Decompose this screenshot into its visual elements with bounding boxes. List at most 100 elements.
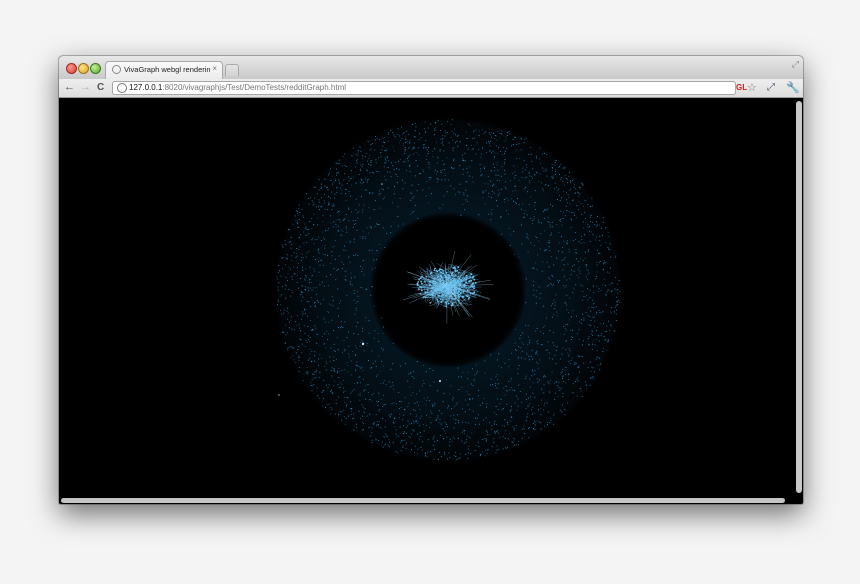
gl-extension-badge[interactable]: GL: [736, 83, 747, 92]
graph-node: [290, 316, 292, 318]
graph-node: [574, 231, 576, 234]
graph-node: [517, 368, 519, 370]
graph-node: [380, 156, 382, 158]
graph-node: [382, 326, 385, 328]
graph-node: [312, 328, 314, 330]
graph-node: [355, 153, 357, 156]
graph-node: [362, 378, 364, 380]
graph-node: [585, 276, 587, 278]
url-path: :8020/vivagraphjs/Test/DemoTests/redditG…: [162, 83, 347, 92]
graph-node: [358, 410, 360, 413]
close-window-button[interactable]: [66, 63, 77, 74]
graph-node: [488, 195, 490, 197]
url-text[interactable]: 127.0.0.1:8020/vivagraphjs/Test/DemoTest…: [129, 82, 346, 94]
graph-node: [375, 438, 377, 440]
graph-node: [459, 453, 461, 455]
graph-node: [510, 409, 512, 412]
graph-node: [429, 368, 431, 370]
back-icon[interactable]: ←: [64, 81, 75, 93]
stray-node: [361, 342, 365, 346]
graph-node: [448, 142, 450, 144]
graph-node: [533, 289, 535, 291]
graph-node: [580, 390, 582, 392]
graph-node: [497, 189, 499, 191]
browser-tab[interactable]: VivaGraph webgl rendering ×: [105, 61, 223, 79]
graph-node: [486, 406, 488, 408]
graph-node: [380, 383, 382, 385]
graph-node: [478, 135, 480, 137]
graph-node: [551, 371, 553, 373]
graph-node: [307, 287, 309, 289]
graph-viewport[interactable]: [59, 98, 803, 504]
graph-node: [496, 161, 498, 163]
graph-node: [548, 249, 551, 251]
graph-node: [305, 308, 307, 310]
graph-node: [457, 458, 459, 460]
graph-node: [419, 285, 421, 288]
graph-node: [550, 420, 552, 422]
fullscreen-icon[interactable]: ⤢: [792, 59, 799, 70]
graph-node: [336, 219, 338, 221]
tab-close-icon[interactable]: ×: [212, 64, 217, 73]
graph-node: [387, 444, 389, 446]
graph-node: [494, 432, 496, 434]
graph-node: [462, 371, 464, 373]
graph-node: [542, 261, 544, 263]
wrench-menu-icon[interactable]: 🔧: [786, 81, 800, 94]
graph-node: [603, 216, 605, 219]
graph-node: [528, 355, 530, 357]
graph-node: [566, 182, 569, 184]
minimize-window-button[interactable]: [78, 63, 89, 74]
graph-node: [553, 314, 555, 316]
graph-node: [492, 150, 494, 152]
forward-icon[interactable]: →: [80, 81, 91, 93]
graph-node: [548, 246, 550, 248]
graph-node: [615, 255, 617, 257]
graph-node: [301, 209, 303, 211]
address-bar[interactable]: 127.0.0.1:8020/vivagraphjs/Test/DemoTest…: [112, 81, 736, 95]
graph-node: [495, 174, 497, 176]
reload-icon[interactable]: C: [97, 82, 104, 93]
graph-node: [459, 282, 462, 285]
horizontal-scrollbar[interactable]: [61, 498, 785, 503]
extension-icon[interactable]: ⤢: [767, 82, 775, 93]
graph-node: [618, 299, 620, 301]
graph-node: [441, 412, 443, 415]
graph-node: [472, 385, 474, 387]
graph-node: [500, 175, 502, 177]
graph-node: [421, 385, 423, 387]
graph-node: [352, 176, 354, 178]
graph-node: [474, 424, 476, 426]
graph-node: [302, 379, 304, 381]
graph-node: [405, 444, 407, 446]
graph-node: [436, 177, 438, 179]
page-info-icon[interactable]: [117, 83, 127, 93]
graph-node: [446, 426, 448, 428]
vertical-scrollbar[interactable]: [796, 101, 802, 493]
new-tab-button[interactable]: [225, 64, 239, 76]
graph-node: [276, 304, 278, 306]
graph-canvas[interactable]: [59, 98, 803, 504]
graph-node: [539, 359, 541, 361]
zoom-window-button[interactable]: [90, 63, 101, 74]
graph-node: [587, 338, 589, 340]
graph-node: [345, 417, 347, 420]
graph-node: [581, 285, 583, 287]
graph-node: [483, 167, 485, 170]
graph-node: [359, 367, 361, 369]
graph-node: [452, 397, 454, 399]
graph-node: [314, 301, 316, 303]
graph-node: [434, 419, 436, 421]
graph-node: [573, 186, 575, 188]
graph-node: [446, 191, 448, 193]
graph-node: [448, 292, 451, 295]
graph-node: [427, 439, 429, 441]
graph-node: [555, 392, 557, 394]
graph-node: [465, 421, 467, 423]
graph-node: [322, 265, 325, 267]
graph-node: [439, 271, 442, 273]
bookmark-star-icon[interactable]: ☆: [747, 81, 757, 94]
graph-node: [424, 280, 426, 283]
graph-node: [427, 456, 429, 458]
graph-node: [592, 376, 594, 378]
